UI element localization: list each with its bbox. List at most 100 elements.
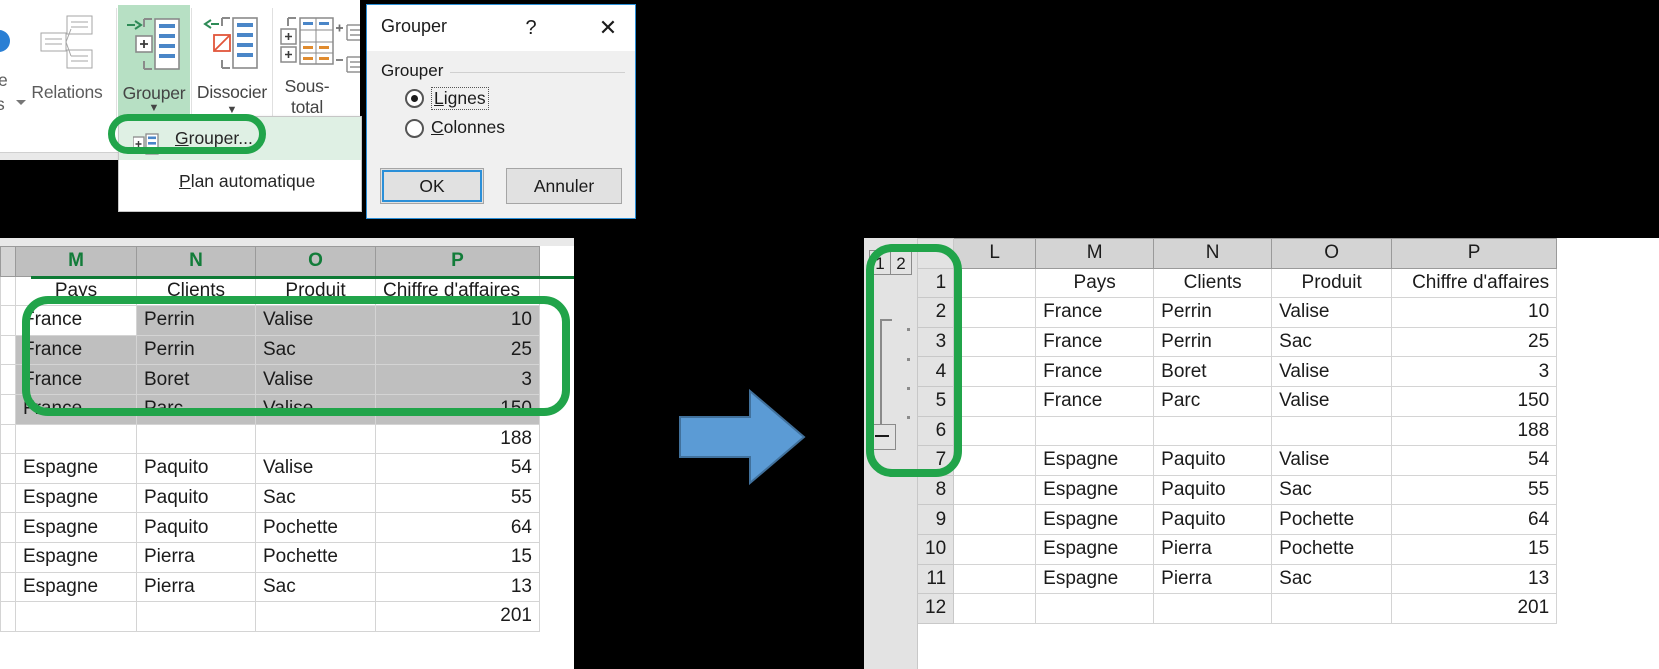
column-header-O[interactable]: O: [1271, 238, 1393, 269]
table-cell[interactable]: Perrin: [1153, 326, 1273, 358]
grouper-caret-icon[interactable]: ▼: [118, 102, 190, 114]
table-cell[interactable]: Sac: [1271, 326, 1393, 358]
radio-lignes-indicator[interactable]: [405, 89, 424, 108]
column-header-P[interactable]: P: [375, 246, 540, 277]
table-cell[interactable]: [1271, 415, 1393, 447]
cell-partial[interactable]: [0, 393, 16, 425]
table-cell[interactable]: Sac: [1271, 563, 1393, 595]
table-cell[interactable]: [953, 504, 1037, 535]
table-cell[interactable]: 64: [375, 512, 540, 543]
table-cell[interactable]: [953, 474, 1037, 506]
table-cell[interactable]: [953, 533, 1037, 565]
table-cell[interactable]: Valise: [1271, 445, 1393, 476]
table-cell[interactable]: Espagne: [1035, 563, 1155, 595]
cell-partial[interactable]: [0, 305, 16, 336]
table-cell[interactable]: [953, 385, 1037, 417]
table-cell[interactable]: 150: [1391, 385, 1558, 417]
table-cell[interactable]: France: [1035, 385, 1155, 417]
table-cell[interactable]: 188: [1391, 415, 1558, 447]
table-cell[interactable]: [1035, 593, 1155, 624]
row-header[interactable]: 12: [916, 593, 955, 624]
table-cell[interactable]: 10: [1391, 297, 1558, 328]
column-header-N[interactable]: N: [1153, 238, 1273, 269]
row-header[interactable]: 10: [916, 533, 955, 565]
table-cell[interactable]: Paquito: [136, 482, 256, 514]
cell-partial[interactable]: [0, 453, 16, 484]
table-cell[interactable]: 54: [1391, 445, 1558, 476]
table-cell[interactable]: Espagne: [1035, 533, 1155, 565]
help-icon[interactable]: ?: [517, 14, 545, 42]
table-cell[interactable]: 55: [375, 482, 540, 514]
table-cell[interactable]: Valise: [1271, 385, 1393, 417]
relations-button[interactable]: Relations: [18, 4, 116, 140]
table-cell[interactable]: Valise: [1271, 356, 1393, 387]
column-header-P[interactable]: P: [1391, 238, 1558, 269]
table-cell[interactable]: Valise: [1271, 297, 1393, 328]
column-header-N[interactable]: N: [136, 246, 256, 277]
table-cell[interactable]: Chiffre d'affaires: [1391, 267, 1558, 299]
table-cell[interactable]: [1271, 593, 1393, 624]
table-cell[interactable]: [953, 297, 1037, 328]
table-cell[interactable]: Espagne: [15, 541, 137, 573]
menu-item-plan-automatique[interactable]: Plan automatique: [119, 160, 361, 203]
table-cell[interactable]: Sac: [1271, 474, 1393, 506]
table-cell[interactable]: Pierra: [1153, 533, 1273, 565]
table-cell[interactable]: Pierra: [136, 571, 256, 603]
table-cell[interactable]: 13: [1391, 563, 1558, 595]
close-icon[interactable]: ✕: [593, 14, 623, 42]
table-cell[interactable]: [15, 601, 137, 632]
table-cell[interactable]: [15, 423, 137, 455]
column-header-M[interactable]: M: [15, 246, 137, 277]
radio-colonnes-indicator[interactable]: [405, 119, 424, 138]
table-cell[interactable]: Pochette: [1271, 533, 1393, 565]
table-cell[interactable]: Sac: [255, 571, 376, 603]
table-cell[interactable]: 55: [1391, 474, 1558, 506]
table-cell[interactable]: Espagne: [1035, 474, 1155, 506]
table-cell[interactable]: 188: [375, 423, 540, 455]
table-cell[interactable]: 13: [375, 571, 540, 603]
table-cell[interactable]: [136, 423, 256, 455]
ok-button[interactable]: OK: [380, 168, 484, 204]
column-header-O[interactable]: O: [255, 246, 376, 277]
cancel-button[interactable]: Annuler: [506, 168, 622, 204]
table-cell[interactable]: Pays: [1035, 267, 1155, 299]
table-cell[interactable]: France: [1035, 326, 1155, 358]
table-cell[interactable]: 64: [1391, 504, 1558, 535]
table-cell[interactable]: Pierra: [1153, 563, 1273, 595]
table-cell[interactable]: Paquito: [1153, 474, 1273, 506]
cell-partial[interactable]: [0, 571, 16, 603]
table-cell[interactable]: Pochette: [1271, 504, 1393, 535]
table-cell[interactable]: [255, 601, 376, 632]
table-cell[interactable]: [953, 593, 1037, 624]
cell-partial[interactable]: [0, 364, 16, 395]
table-cell[interactable]: [1035, 415, 1155, 447]
table-cell[interactable]: Espagne: [1035, 445, 1155, 476]
table-cell[interactable]: Paquito: [136, 453, 256, 484]
table-cell[interactable]: 15: [375, 541, 540, 573]
table-cell[interactable]: Paquito: [1153, 445, 1273, 476]
table-cell[interactable]: Valise: [255, 453, 376, 484]
column-header-partial[interactable]: [0, 246, 16, 277]
table-cell[interactable]: [1153, 593, 1273, 624]
table-cell[interactable]: Espagne: [15, 512, 137, 543]
table-cell[interactable]: [953, 326, 1037, 358]
cell-partial[interactable]: [0, 423, 16, 455]
table-cell[interactable]: [953, 356, 1037, 387]
cell-partial[interactable]: [0, 601, 16, 632]
table-cell[interactable]: 54: [375, 453, 540, 484]
row-header[interactable]: 11: [916, 563, 955, 595]
table-cell[interactable]: Boret: [1153, 356, 1273, 387]
table-cell[interactable]: Espagne: [1035, 504, 1155, 535]
table-cell[interactable]: Clients: [1153, 267, 1273, 299]
table-cell[interactable]: France: [1035, 356, 1155, 387]
show-detail-icon[interactable]: [334, 22, 360, 51]
table-cell[interactable]: [1153, 415, 1273, 447]
table-cell[interactable]: 3: [1391, 356, 1558, 387]
row-header[interactable]: 9: [916, 504, 955, 535]
hide-detail-icon[interactable]: [334, 54, 360, 83]
table-cell[interactable]: Espagne: [15, 453, 137, 484]
table-cell[interactable]: Paquito: [1153, 504, 1273, 535]
cell-partial[interactable]: [0, 482, 16, 514]
table-cell[interactable]: Produit: [1271, 267, 1393, 299]
table-cell[interactable]: [136, 601, 256, 632]
